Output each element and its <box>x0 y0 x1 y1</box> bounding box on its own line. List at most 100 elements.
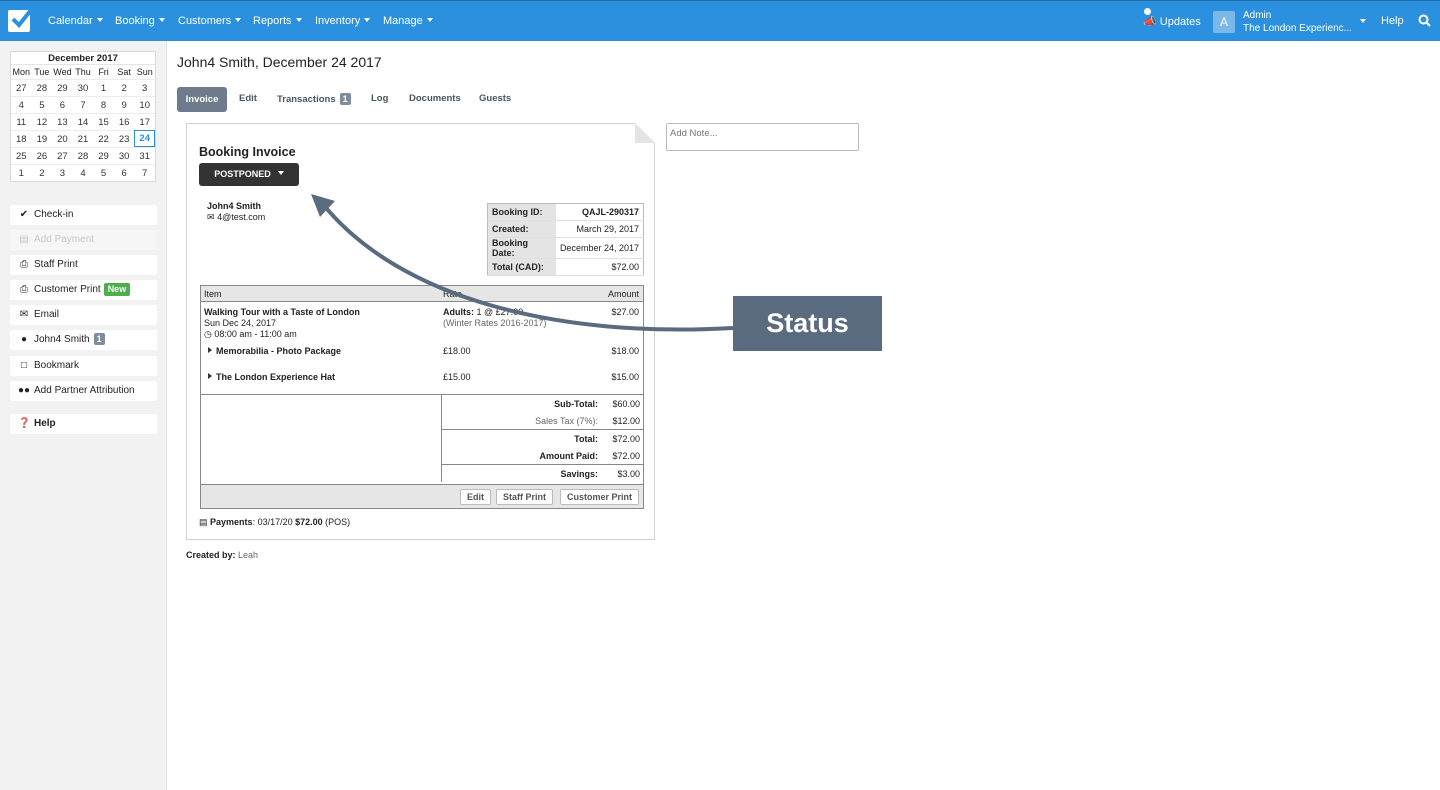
updates-button[interactable]: 📣 Updates <box>1143 8 1201 28</box>
calendar-day[interactable]: 25 <box>11 147 32 164</box>
invoice-customer-print-button[interactable]: Customer Print <box>560 489 640 505</box>
caret-right-icon <box>208 347 212 353</box>
calendar-day[interactable]: 1 <box>11 164 32 181</box>
nav-inventory[interactable]: Inventory <box>315 15 371 27</box>
tab-invoice[interactable]: Invoice <box>177 87 227 112</box>
tab-transactions[interactable]: Transactions 1 <box>277 93 351 105</box>
calendar-day[interactable]: 20 <box>52 130 73 147</box>
calendar-day[interactable]: 15 <box>93 113 114 130</box>
calendar-day[interactable]: 22 <box>93 130 114 147</box>
staff-print-button[interactable]: ⎙ Staff Print <box>10 255 157 275</box>
calendar-day[interactable]: 26 <box>31 147 53 164</box>
account-user-name[interactable]: Admin <box>1243 10 1271 21</box>
calendar-day[interactable]: 13 <box>52 113 73 130</box>
invoice-edit-button[interactable]: Edit <box>460 489 491 505</box>
calendar-day[interactable]: 2 <box>31 164 53 181</box>
nav-customers[interactable]: Customers <box>178 15 242 27</box>
customer-button[interactable]: ● John4 Smith 1 <box>10 330 157 350</box>
calendar-day[interactable]: 31 <box>134 147 155 164</box>
calendar-day[interactable]: 17 <box>134 113 155 130</box>
calendar-day[interactable]: 27 <box>11 79 32 96</box>
calendar-day[interactable]: 5 <box>31 96 53 113</box>
created-by-value: Leah <box>238 550 259 560</box>
calendar-day[interactable]: 12 <box>31 113 53 130</box>
help-button[interactable]: ❓ Help <box>10 414 157 434</box>
calendar-day[interactable]: 23 <box>113 130 135 147</box>
calendar-day[interactable]: 19 <box>31 130 53 147</box>
status-dropdown-button[interactable]: POSTPONED <box>199 163 299 186</box>
add-note-textarea[interactable] <box>666 123 859 151</box>
addon-row-toggle[interactable]: Memorabilia - Photo Package <box>208 346 341 356</box>
account-org-name[interactable]: The London Experienc... <box>1243 23 1352 34</box>
booking-id-value: QAJL-290317 <box>555 203 644 221</box>
addon-name: Memorabilia - Photo Package <box>216 346 342 356</box>
tab-edit[interactable]: Edit <box>239 93 257 104</box>
calendar-day[interactable]: 28 <box>72 147 94 164</box>
account-chevron-down-icon[interactable] <box>1360 19 1366 23</box>
payments-date: : 03/17/20 <box>252 517 293 527</box>
customer-name: John4 Smith <box>207 201 262 211</box>
calendar-day[interactable]: 30 <box>72 79 94 96</box>
savings-label: Savings: <box>560 469 598 479</box>
transactions-count-badge: 1 <box>339 93 351 105</box>
nav-manage[interactable]: Manage <box>383 15 433 27</box>
calendar-weekday: Tue <box>34 67 50 77</box>
calendar-day[interactable]: 4 <box>11 96 32 113</box>
nav-customers-label: Customers <box>178 15 232 27</box>
tab-log[interactable]: Log <box>371 93 388 104</box>
invoice-card: Booking Invoice POSTPONED John4 Smith ✉ … <box>186 123 655 540</box>
calendar-day[interactable]: 30 <box>113 147 135 164</box>
nav-reports[interactable]: Reports <box>253 15 302 27</box>
amount-paid-label: Amount Paid: <box>539 450 599 461</box>
search-icon[interactable] <box>1418 14 1431 30</box>
booking-id-label: Booking ID: <box>487 203 556 221</box>
bookmark-button[interactable]: □ Bookmark <box>10 356 157 376</box>
calendar-day[interactable]: 11 <box>11 113 32 130</box>
calendar-day[interactable]: 28 <box>31 79 53 96</box>
addon-row-toggle[interactable]: The London Experience Hat <box>208 372 335 382</box>
calendar-day[interactable]: 27 <box>52 147 73 164</box>
calendar-day[interactable]: 10 <box>134 96 155 113</box>
calendar-day[interactable]: 6 <box>52 96 73 113</box>
printer-icon: ⎙ <box>20 259 28 270</box>
email-button[interactable]: ✉ Email <box>10 305 157 325</box>
calendar-day[interactable]: 18 <box>11 130 32 147</box>
calendar-day[interactable]: 3 <box>52 164 73 181</box>
calendar-day[interactable]: 4 <box>72 164 94 181</box>
tab-guests[interactable]: Guests <box>479 93 511 104</box>
app-logo-icon[interactable] <box>8 8 33 32</box>
calendar-day[interactable]: 2 <box>113 79 135 96</box>
nav-inventory-label: Inventory <box>315 15 361 27</box>
chevron-down-icon <box>426 18 433 22</box>
calendar-day[interactable]: 21 <box>72 130 94 147</box>
calendar-day[interactable]: 3 <box>134 79 155 96</box>
invoice-staff-print-button[interactable]: Staff Print <box>496 489 554 505</box>
add-partner-attribution-button[interactable]: ●● Add Partner Attribution <box>10 381 157 401</box>
nav-reports-label: Reports <box>253 15 292 27</box>
avatar[interactable]: A <box>1213 11 1235 33</box>
calendar-day[interactable]: 9 <box>113 96 135 113</box>
calendar-weekday-header: Mon Tue Wed Thu Fri Sat Sun <box>11 65 155 79</box>
calendar-day[interactable]: 8 <box>93 96 114 113</box>
calendar-day[interactable]: 5 <box>93 164 114 181</box>
calendar-week-row: 1234567 <box>11 164 155 181</box>
calendar-day[interactable]: 7 <box>72 96 94 113</box>
nav-booking[interactable]: Booking <box>115 15 165 27</box>
calendar-day[interactable]: 7 <box>134 164 155 181</box>
nav-calendar[interactable]: Calendar <box>48 15 103 27</box>
check-in-button[interactable]: ✔ Check-in <box>10 205 157 225</box>
nav-help-link[interactable]: Help <box>1381 15 1404 27</box>
created-by: Created by: Leah <box>186 550 258 560</box>
calendar-day[interactable]: 14 <box>72 113 94 130</box>
calendar-day[interactable]: 29 <box>93 147 114 164</box>
tab-documents[interactable]: Documents <box>409 93 461 104</box>
calendar-day[interactable]: 16 <box>113 113 135 130</box>
main-item-rate: Adults: 1 @ £27.00 <box>443 307 523 317</box>
customer-print-button[interactable]: ⎙ Customer Print New <box>10 280 157 300</box>
calendar-day-selected[interactable]: 24 <box>134 130 155 147</box>
main-item-amount: $27.00 <box>611 307 639 317</box>
calendar-day[interactable]: 1 <box>93 79 114 96</box>
calendar-week-row: 11 12 13 14 15 16 17 <box>11 113 155 130</box>
calendar-day[interactable]: 29 <box>52 79 73 96</box>
calendar-day[interactable]: 6 <box>113 164 135 181</box>
